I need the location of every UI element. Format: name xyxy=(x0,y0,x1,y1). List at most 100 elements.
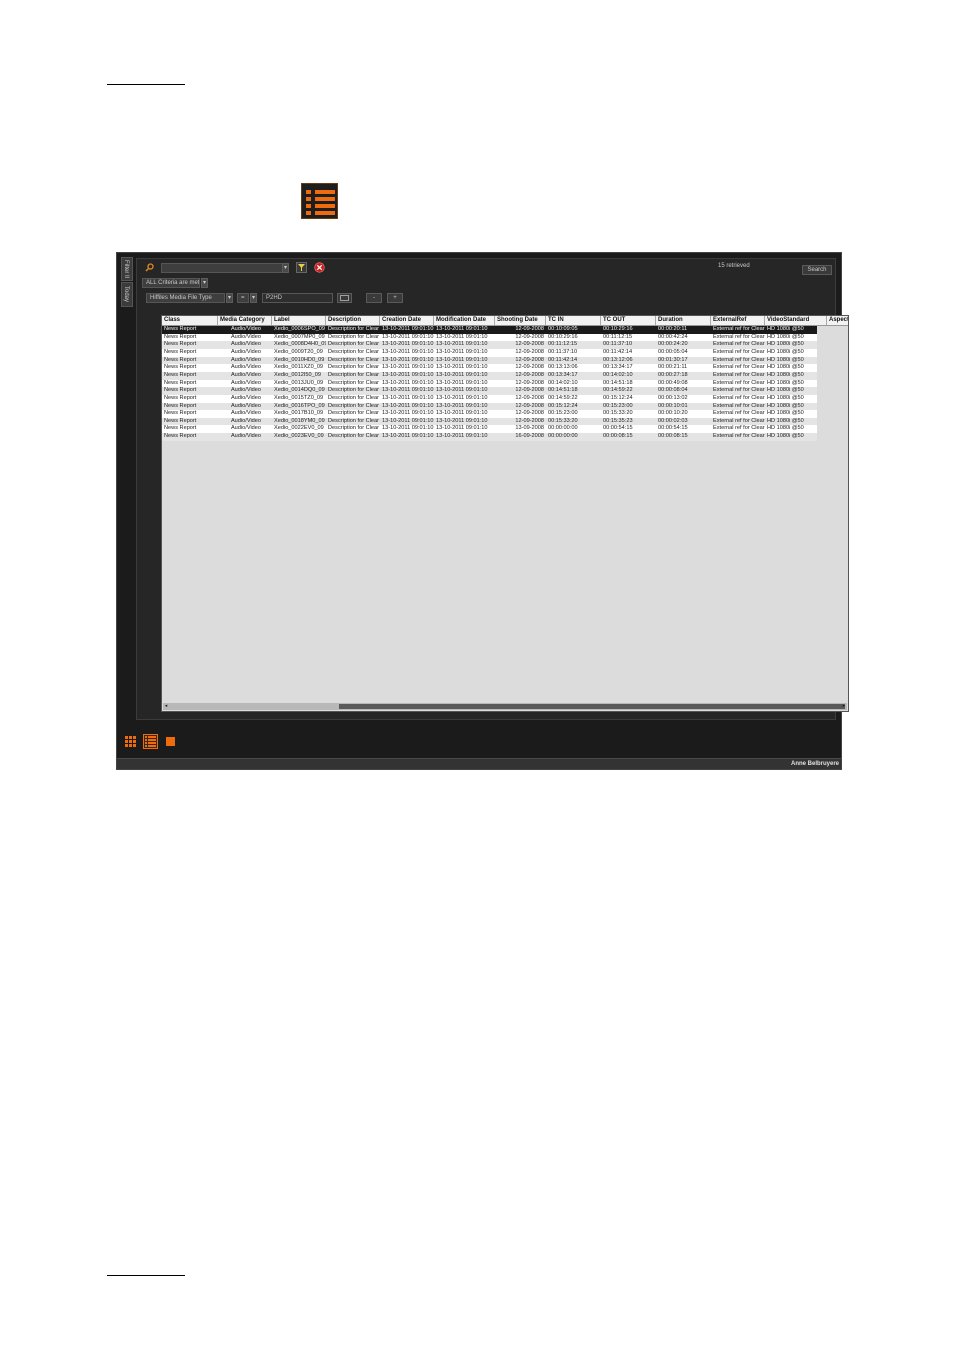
search-input[interactable] xyxy=(161,263,283,273)
table-cell: News Report xyxy=(164,433,197,440)
table-cell: 12-09-2008 xyxy=(515,341,544,348)
table-cell: Audio/Video xyxy=(230,333,262,340)
filter-field-dropdown[interactable]: Hiffiles Media File Type xyxy=(146,293,225,303)
table-cell: News Report xyxy=(164,333,197,340)
table-cell: 13-10-2011 09:01:10 xyxy=(382,387,434,394)
search-button[interactable]: Search xyxy=(802,265,832,275)
table-row[interactable]: News Report Audio/Video Xedio_0008D4H0_09 D… xyxy=(162,341,817,349)
filter-field-arrow[interactable]: ▾ xyxy=(226,293,233,303)
table-cell: HD 1080i @50 xyxy=(767,387,804,394)
table-cell xyxy=(827,334,848,342)
scroll-left-icon[interactable]: ◂ xyxy=(163,703,169,710)
table-row[interactable]: News Report Audio/Video Xedio_0010HD0_09 De… xyxy=(162,356,817,365)
column-header[interactable]: ExternalRef xyxy=(711,316,765,325)
table-row[interactable]: News Report Audio/Video Xedio_0007MP0_09 De… xyxy=(162,333,817,342)
table-cell: 00:00:10:01 xyxy=(658,402,688,409)
table-cell: 00:14:59:22 xyxy=(603,387,633,394)
table-cell: 00:00:21:11 xyxy=(658,364,688,371)
remove-criterion-button[interactable]: - xyxy=(366,293,382,303)
table-cell xyxy=(827,326,848,334)
table-row[interactable]: News Report Audio/Video Xedio_0013JU0_09 De… xyxy=(162,379,817,388)
table-cell: News Report xyxy=(164,379,197,386)
table-row[interactable]: News Report Audio/Video Xedio_0012I50_09 De… xyxy=(162,371,817,380)
column-header[interactable]: VideoStandard xyxy=(765,316,827,325)
horizontal-scrollbar[interactable]: ◂ ▸ xyxy=(163,703,847,710)
scrollbar-thumb[interactable] xyxy=(339,704,845,709)
table-row[interactable]: News Report Audio/Video Xedio_0014DQ0_09 De… xyxy=(162,387,817,395)
table-cell: 13-10-2011 09:01:10 xyxy=(382,364,434,371)
header-rule xyxy=(107,84,185,85)
table-cell: 13-10-2011 09:01:10 xyxy=(382,333,434,340)
table-cell: Description for Clear xyxy=(328,333,379,340)
table-row[interactable]: News Report Audio/Video Xedio_0016TPO_09 De… xyxy=(162,402,817,411)
table-cell: 12-09-2008 xyxy=(515,387,544,394)
table-cell xyxy=(827,403,848,411)
criteria-dropdown-arrow[interactable]: ▾ xyxy=(201,278,208,288)
table-row[interactable]: News Report Audio/Video Xedio_0006SPO_09 De… xyxy=(162,326,817,334)
table-cell: 13-10-2011 09:01:10 xyxy=(382,394,434,401)
table-cell: External ref for Clear xyxy=(713,379,765,386)
table-cell: Audio/Video xyxy=(230,402,262,409)
table-cell: 00:00:20:11 xyxy=(658,326,688,332)
table-cell: 12-09-2008 xyxy=(515,402,544,409)
table-cell: Description for Clear xyxy=(328,417,379,424)
column-header[interactable]: Modification Date xyxy=(434,316,495,325)
side-tab-filter[interactable]: Filter Il xyxy=(121,257,133,281)
table-cell: 12-09-2008 xyxy=(515,348,544,355)
column-header[interactable]: Description xyxy=(326,316,380,325)
column-header[interactable]: Media Category xyxy=(218,316,272,325)
column-header[interactable]: TC IN xyxy=(546,316,601,325)
table-cell: Audio/Video xyxy=(230,371,262,378)
table-cell: 00:13:34:17 xyxy=(603,364,633,371)
table-cell: 00:15:33:20 xyxy=(548,417,578,424)
column-header[interactable]: Class xyxy=(162,316,218,325)
add-criterion-button[interactable]: + xyxy=(387,293,403,303)
table-cell: 13-10-2011 09:01:10 xyxy=(436,425,488,432)
table-cell: Xedio_0009T20_09 xyxy=(274,348,323,355)
table-cell: 00:10:09:05 xyxy=(548,326,578,332)
column-header[interactable]: TC OUT xyxy=(601,316,656,325)
list-view-button[interactable] xyxy=(143,734,158,749)
filter-value-input[interactable]: P2HD xyxy=(262,293,333,303)
table-row[interactable]: News Report Audio/Video Xedio_0011XZ0_09 De… xyxy=(162,364,817,372)
table-cell: External ref for Clear xyxy=(713,371,765,378)
table-cell: HD 1080i @50 xyxy=(767,433,804,440)
grid-view-button[interactable] xyxy=(123,734,138,749)
calendar-button[interactable] xyxy=(337,293,352,303)
table-cell: 00:11:12:15 xyxy=(603,333,633,340)
table-cell: Xedio_0014DQ0_09 xyxy=(274,387,325,394)
search-icon[interactable] xyxy=(145,263,154,272)
search-history-dropdown[interactable]: ▾ xyxy=(282,263,289,273)
criteria-dropdown[interactable]: ALL Criteria are met xyxy=(142,278,200,288)
column-header[interactable]: Duration xyxy=(656,316,711,325)
table-row[interactable]: News Report Audio/Video Xedio_0017B10_09 De… xyxy=(162,410,817,418)
table-row[interactable]: News Report Audio/Video Xedio_0023EV0_09 De… xyxy=(162,433,817,441)
table-cell: 13-10-2011 09:01:10 xyxy=(382,341,434,348)
table-cell: 00:00:49:08 xyxy=(658,379,688,386)
table-cell: 00:15:33:20 xyxy=(603,410,633,417)
table-cell: Xedio_0011XZ0_09 xyxy=(274,364,324,371)
column-header[interactable]: Creation Date xyxy=(380,316,434,325)
clear-search-icon[interactable] xyxy=(314,262,325,273)
table-row[interactable]: News Report Audio/Video Xedio_0009T20_09 De… xyxy=(162,348,817,357)
table-cell: 00:00:00:00 xyxy=(548,425,578,432)
table-cell: 00:14:51:18 xyxy=(548,387,578,394)
table-cell: Description for Clear xyxy=(328,394,379,401)
column-header[interactable]: Label xyxy=(272,316,326,325)
filter-operator-dropdown[interactable]: = xyxy=(237,293,249,303)
table-row[interactable]: News Report Audio/Video Xedio_0018YM0_09 De… xyxy=(162,417,817,426)
table-cell: News Report xyxy=(164,387,197,394)
single-view-button[interactable] xyxy=(163,734,178,749)
column-header[interactable]: Shooting Date xyxy=(495,316,546,325)
table-cell: Audio/Video xyxy=(230,417,262,424)
table-cell: 13-10-2011 09:01:10 xyxy=(382,425,434,432)
table-cell xyxy=(827,395,848,403)
table-row[interactable]: News Report Audio/Video Xedio_0022EV0_09 De… xyxy=(162,425,817,434)
filter-operator-arrow[interactable]: ▾ xyxy=(250,293,257,303)
table-cell: Description for Clear xyxy=(328,433,379,440)
table-row[interactable]: News Report Audio/Video Xedio_0015TZ0_09 De… xyxy=(162,394,817,403)
column-header[interactable]: Aspect xyxy=(827,316,848,325)
scroll-right-icon[interactable]: ▸ xyxy=(841,703,847,710)
side-tab-today[interactable]: Today xyxy=(121,282,133,307)
filter-icon[interactable] xyxy=(296,262,307,273)
